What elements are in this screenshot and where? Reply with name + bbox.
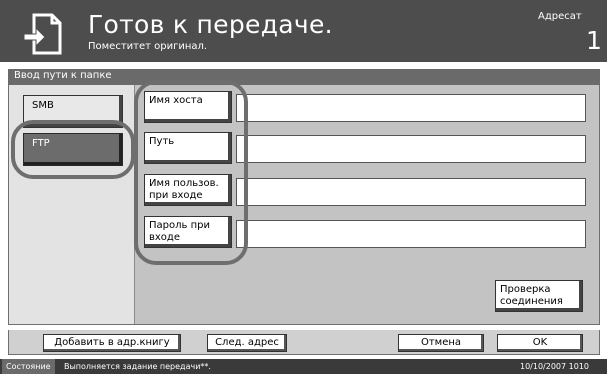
destination-label: Адресат [538,11,582,22]
destination-count: 1 [586,26,602,55]
path-input[interactable] [236,135,586,163]
host-name-input[interactable] [236,94,586,122]
status-message: Выполняется задание передачи**. [64,362,211,371]
next-destination-button[interactable]: След. адрес [207,334,287,352]
login-user-input[interactable] [236,178,586,206]
status-datetime: 10/10/2007 1010 [520,362,590,371]
page-subtitle: Поместитет оригинал. [88,41,208,52]
login-password-input[interactable] [236,220,586,248]
fields-highlight-circle [134,80,248,265]
status-button[interactable]: Состояние [2,359,55,374]
ftp-highlight-circle [11,120,135,179]
cancel-button[interactable]: Отмена [398,334,484,352]
ok-button[interactable]: OK [497,334,583,352]
add-to-address-book-button[interactable]: Добавить в адр.книгу [43,334,181,352]
verify-connection-button[interactable]: Проверка соединения [495,280,583,312]
section-title: Ввод пути к папке [14,70,112,81]
document-send-icon [22,12,64,56]
page-title: Готов к передаче. [88,10,333,39]
